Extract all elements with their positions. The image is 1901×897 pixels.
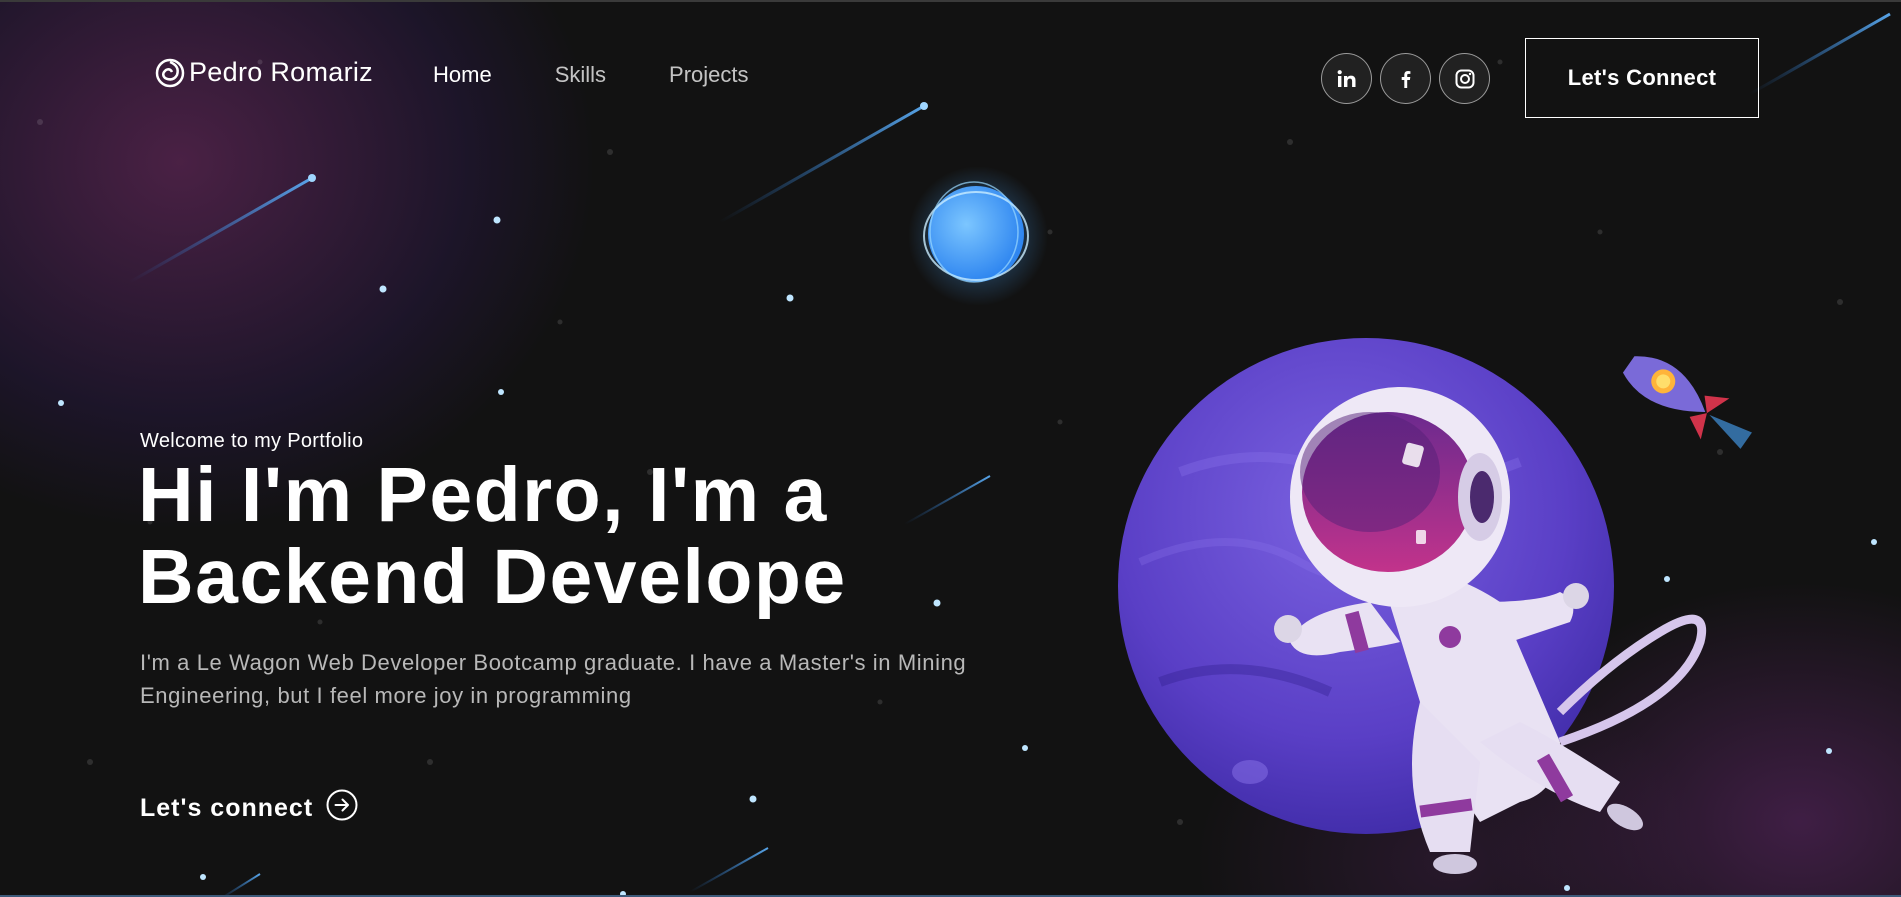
arrow-right-circle-icon	[325, 788, 359, 829]
hero-intro: I'm a Le Wagon Web Developer Bootcamp gr…	[140, 650, 967, 708]
nav-link-projects[interactable]: Projects	[669, 62, 748, 88]
social-links	[1321, 53, 1490, 104]
instagram-button[interactable]	[1439, 53, 1490, 104]
instagram-icon	[1455, 69, 1474, 88]
nav-link-skills[interactable]: Skills	[555, 62, 606, 88]
logo-swirl-icon	[155, 58, 185, 88]
blue-moon	[908, 166, 1048, 306]
lets-connect-button[interactable]: Let's Connect	[1525, 38, 1759, 118]
linkedin-icon	[1337, 69, 1355, 87]
linkedin-button[interactable]	[1321, 53, 1372, 104]
facebook-button[interactable]	[1380, 53, 1431, 104]
nav-link-home[interactable]: Home	[433, 62, 492, 88]
cta-label: Let's connect	[140, 794, 314, 822]
portfolio-page: Pedro Romariz Home Skills Projects Let's…	[0, 0, 1901, 897]
hero-headline: Hi I'm Pedro, I'm a Backend Develope	[138, 452, 847, 620]
facebook-icon	[1401, 70, 1410, 88]
nav-links: Home Skills Projects	[433, 62, 749, 88]
navbar: Pedro Romariz Home Skills Projects Let's…	[0, 2, 1901, 118]
logo[interactable]: Pedro Romariz	[155, 57, 373, 88]
rocket	[1622, 356, 1752, 449]
tagline: Welcome to my Portfolio	[140, 430, 364, 452]
logo-text: Pedro Romariz	[189, 57, 373, 87]
cta-lets-connect[interactable]: Let's connect	[140, 788, 359, 829]
